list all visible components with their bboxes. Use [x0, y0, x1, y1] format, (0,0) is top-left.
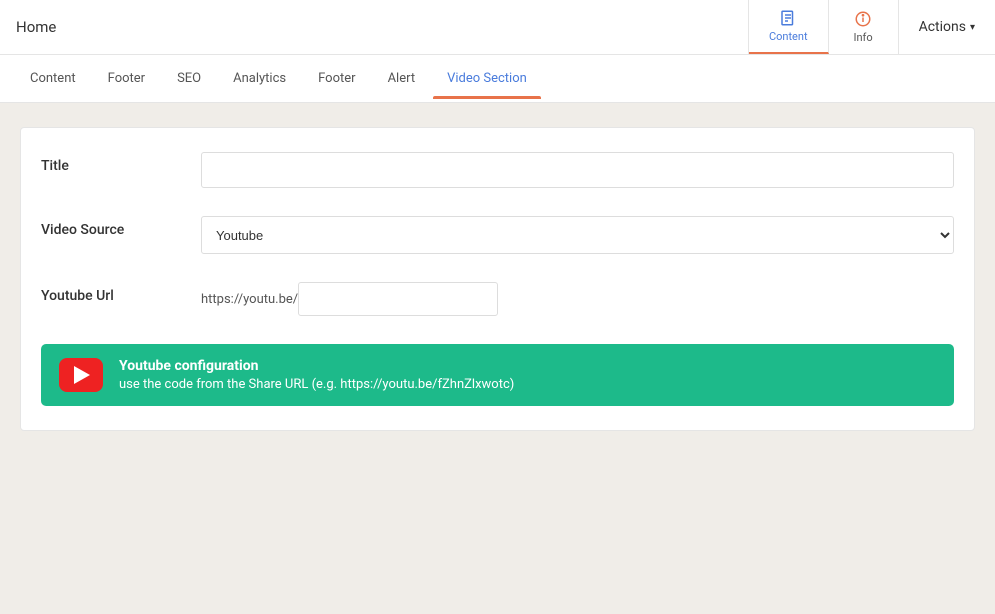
- banner-description: use the code from the Share URL (e.g. ht…: [119, 377, 514, 392]
- content-icon-btn[interactable]: Content: [749, 0, 829, 54]
- tab-alert[interactable]: Alert: [374, 59, 430, 98]
- youtube-play-icon: [74, 366, 90, 384]
- content-icon: [779, 9, 797, 27]
- youtube-logo-icon: [59, 358, 103, 392]
- actions-caret-icon: ▾: [970, 22, 975, 33]
- url-prefix: https://youtu.be/: [201, 292, 298, 307]
- title-row: Title: [41, 152, 954, 188]
- info-icon-btn[interactable]: Info: [829, 0, 899, 54]
- title-label: Title: [41, 152, 201, 174]
- video-source-field: Youtube Vimeo Local: [201, 216, 954, 254]
- form-card: Title Video Source Youtube Vimeo Local Y…: [20, 127, 975, 431]
- tab-analytics[interactable]: Analytics: [219, 59, 300, 98]
- banner-text: Youtube configuration use the code from …: [119, 358, 514, 392]
- video-source-row: Video Source Youtube Vimeo Local: [41, 216, 954, 254]
- tab-footer1[interactable]: Footer: [94, 59, 159, 98]
- tab-footer2[interactable]: Footer: [304, 59, 369, 98]
- tabs-bar: Content Footer SEO Analytics Footer Aler…: [0, 55, 995, 103]
- title-field: [201, 152, 954, 188]
- top-bar: Home Content Info Actions ▾: [0, 0, 995, 55]
- youtube-info-banner: Youtube configuration use the code from …: [41, 344, 954, 406]
- main-content: Title Video Source Youtube Vimeo Local Y…: [0, 103, 995, 455]
- video-source-select[interactable]: Youtube Vimeo Local: [201, 216, 954, 254]
- info-icon-label: Info: [853, 31, 872, 44]
- youtube-url-label: Youtube Url: [41, 282, 201, 304]
- actions-button[interactable]: Actions ▾: [899, 0, 995, 54]
- tab-video-section[interactable]: Video Section: [433, 59, 541, 98]
- youtube-url-wrap: https://youtu.be/: [201, 282, 954, 316]
- tab-content[interactable]: Content: [16, 59, 90, 98]
- content-icon-label: Content: [769, 30, 808, 43]
- page-title: Home: [0, 0, 749, 54]
- actions-label: Actions: [919, 19, 966, 35]
- tab-seo[interactable]: SEO: [163, 59, 215, 98]
- youtube-url-field: https://youtu.be/: [201, 282, 954, 316]
- youtube-url-input[interactable]: [298, 282, 498, 316]
- youtube-url-row: Youtube Url https://youtu.be/: [41, 282, 954, 316]
- top-bar-icons: Content Info: [749, 0, 899, 54]
- banner-title: Youtube configuration: [119, 358, 514, 374]
- title-input[interactable]: [201, 152, 954, 188]
- info-icon: [854, 10, 872, 28]
- video-source-label: Video Source: [41, 216, 201, 238]
